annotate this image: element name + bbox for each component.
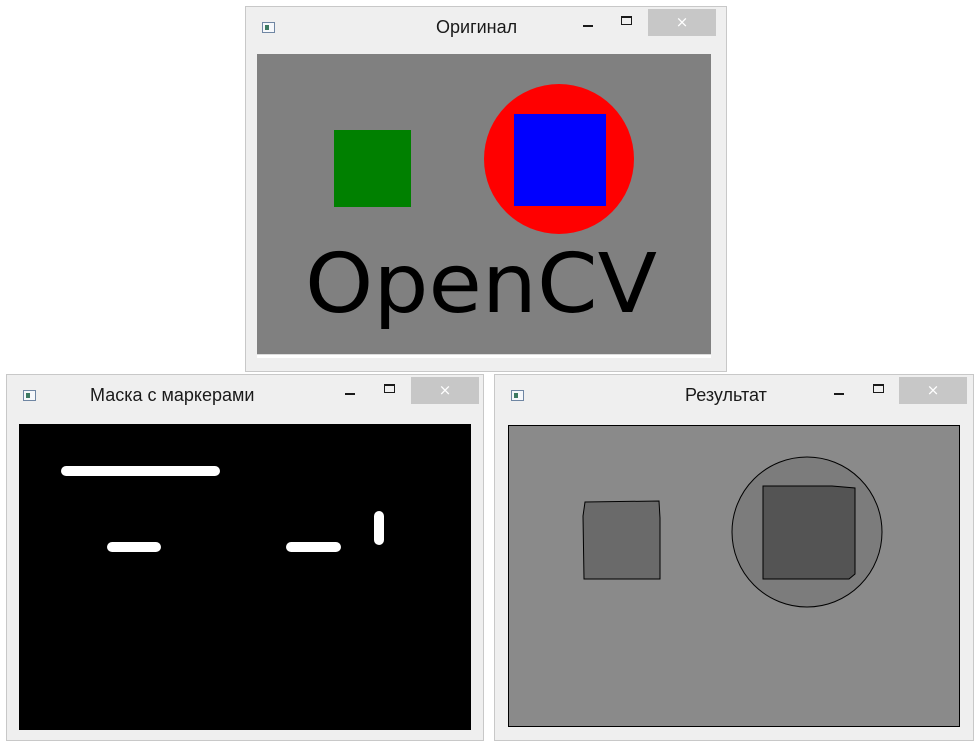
original-image: OpenCV <box>257 54 711 354</box>
maximize-button[interactable] <box>377 381 403 401</box>
app-window-icon[interactable] <box>511 390 524 401</box>
original-window: Оригинал × OpenCV <box>245 6 727 372</box>
result-image <box>508 425 960 727</box>
result-window-title: Результат <box>685 385 767 405</box>
original-image-canvas: OpenCV <box>305 84 657 332</box>
opencv-text: OpenCV <box>305 237 657 332</box>
minimize-button[interactable] <box>575 17 601 37</box>
app-window-icon[interactable] <box>262 22 275 33</box>
blue-square <box>514 114 606 206</box>
maximize-button[interactable] <box>866 381 892 401</box>
close-icon: × <box>926 381 940 399</box>
marker-stroke <box>61 466 220 476</box>
result-titlebar[interactable]: Результат × <box>495 375 973 419</box>
original-window-title: Оригинал <box>436 17 518 37</box>
mask-window-title: Маска с маркерами <box>90 385 255 405</box>
marker-stroke <box>286 542 341 552</box>
close-icon: × <box>675 13 689 31</box>
mask-image-canvas <box>61 466 384 552</box>
marker-stroke <box>107 542 161 552</box>
close-button[interactable]: × <box>411 377 479 404</box>
mask-image <box>19 424 471 730</box>
segment-inner-square <box>762 485 856 580</box>
close-icon: × <box>438 381 452 399</box>
mask-window: Маска с маркерами × <box>6 374 484 741</box>
result-window: Результат × <box>494 374 974 741</box>
mask-titlebar[interactable]: Маска с маркерами × <box>7 375 483 419</box>
green-square <box>334 130 411 207</box>
app-window-icon[interactable] <box>23 390 36 401</box>
close-button[interactable]: × <box>899 377 967 404</box>
maximize-button[interactable] <box>614 13 640 33</box>
original-bottom-edge <box>257 354 711 358</box>
result-image-canvas <box>582 456 883 608</box>
minimize-button[interactable] <box>826 385 852 405</box>
marker-stroke <box>374 511 384 545</box>
original-titlebar[interactable]: Оригинал × <box>246 7 726 51</box>
minimize-button[interactable] <box>337 385 363 405</box>
segment-left-square <box>582 500 661 580</box>
close-button[interactable]: × <box>648 9 716 36</box>
